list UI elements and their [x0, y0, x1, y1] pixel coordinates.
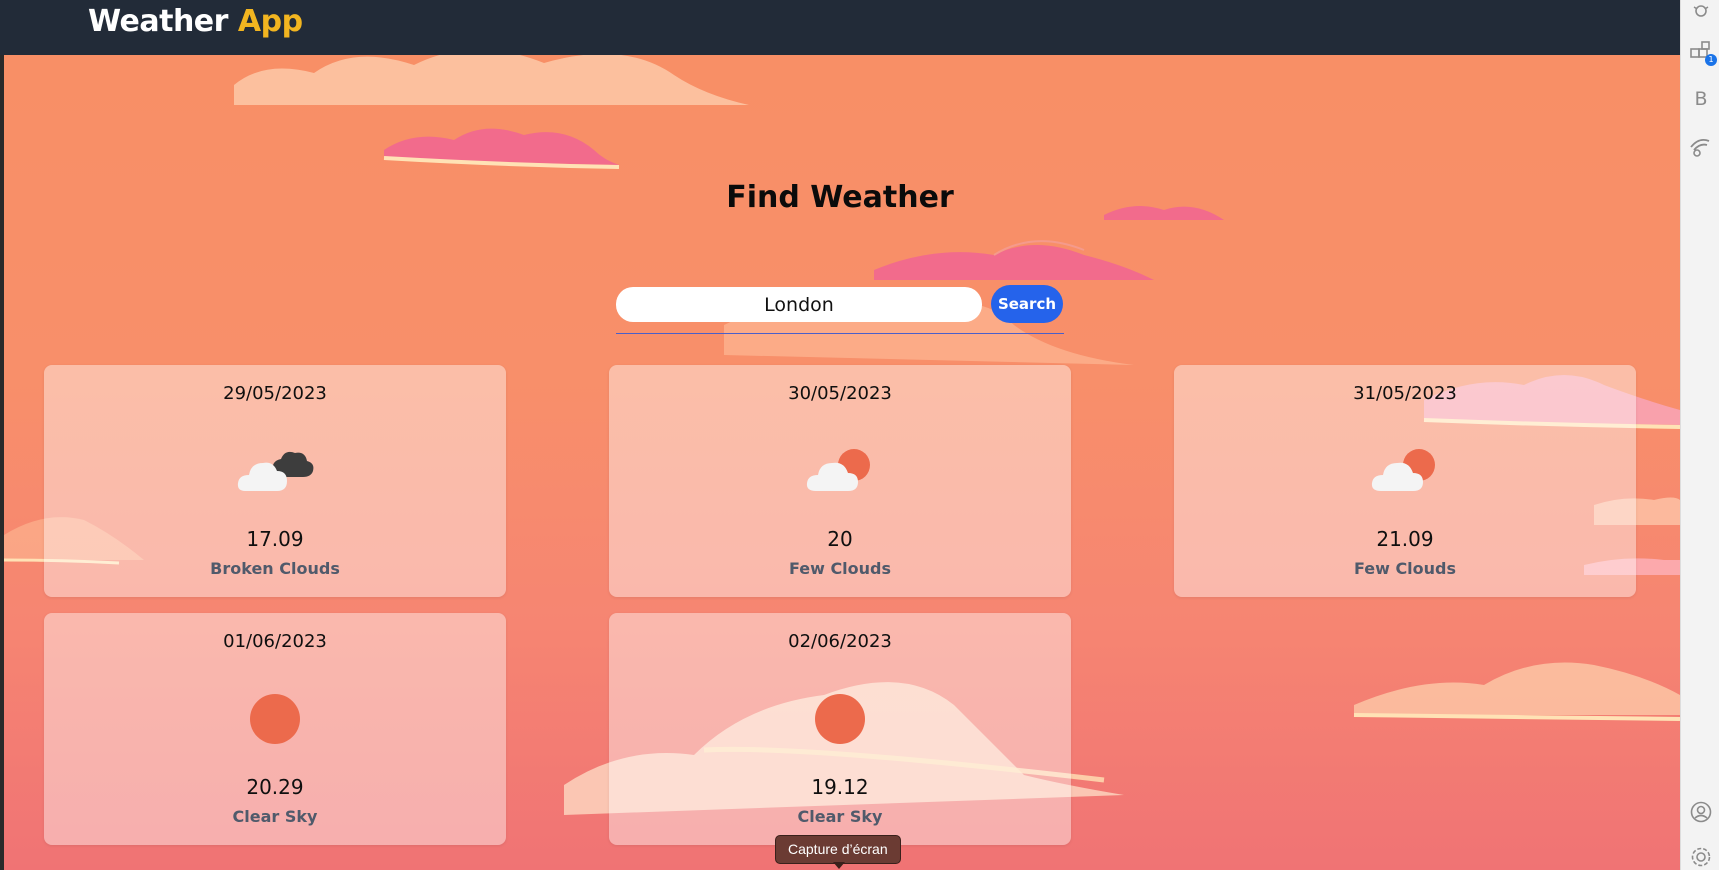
few-clouds-icon	[1365, 443, 1445, 499]
forecast-temperature: 21.09	[1376, 527, 1434, 551]
forecast-temperature: 17.09	[246, 527, 304, 551]
top-navbar: Weather App	[0, 0, 1680, 55]
broken-clouds-icon	[235, 443, 315, 499]
forecast-date: 02/06/2023	[788, 631, 892, 652]
extensions-icon[interactable]: 1	[1689, 40, 1717, 66]
forecast-date: 29/05/2023	[223, 383, 327, 404]
forecast-temperature: 20.29	[246, 775, 304, 799]
cast-icon[interactable]	[1689, 134, 1713, 158]
extensions-badge: 1	[1705, 54, 1717, 66]
clear-sky-icon	[800, 691, 880, 747]
bold-b-icon[interactable]: B	[1689, 87, 1713, 111]
forecast-description: Clear Sky	[232, 807, 318, 826]
brand-accent-text: App	[237, 4, 303, 39]
bug-icon[interactable]	[1689, 0, 1713, 24]
screenshot-tooltip: Capture d’écran	[775, 835, 901, 864]
search-bar: Search	[616, 285, 1064, 334]
forecast-description: Few Clouds	[788, 559, 892, 578]
forecast-date: 01/06/2023	[223, 631, 327, 652]
page-title: Find Weather	[726, 180, 954, 215]
forecast-card: 31/05/2023 21.09 Few Clouds	[1174, 365, 1636, 597]
tooltip-arrow	[833, 862, 845, 869]
forecast-temperature: 20	[827, 527, 853, 551]
forecast-date: 31/05/2023	[1353, 383, 1457, 404]
account-icon[interactable]	[1689, 800, 1713, 824]
forecast-card: 29/05/2023 17.09 Broken Clouds	[44, 365, 506, 597]
app-brand[interactable]: Weather App	[88, 4, 303, 39]
few-clouds-icon	[800, 443, 880, 499]
search-button[interactable]: Search	[991, 285, 1063, 323]
brand-main-text: Weather	[88, 4, 228, 39]
forecast-description: Clear Sky	[797, 807, 883, 826]
forecast-date: 30/05/2023	[788, 383, 892, 404]
forecast-temperature: 19.12	[811, 775, 869, 799]
forecast-description: Broken Clouds	[210, 559, 340, 578]
settings-icon[interactable]	[1689, 845, 1713, 869]
forecast-card: 30/05/2023 20 Few Clouds	[609, 365, 1071, 597]
forecast-card: 01/06/2023 20.29 Clear Sky	[44, 613, 506, 845]
forecast-card: 02/06/2023 19.12 Clear Sky	[609, 613, 1071, 845]
city-search-input[interactable]	[616, 287, 982, 322]
browser-sidebar: 1 B	[1680, 0, 1719, 870]
forecast-description: Few Clouds	[1353, 559, 1457, 578]
clear-sky-icon	[235, 691, 315, 747]
